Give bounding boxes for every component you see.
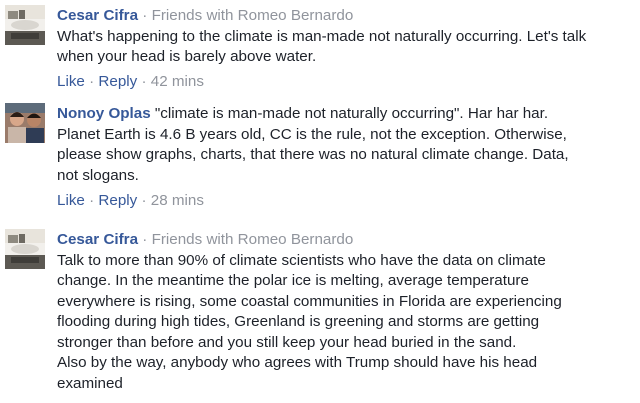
comment: Nonoy Oplas "climate is man-made not nat… xyxy=(0,98,640,218)
comment: Cesar Cifra · Friends with Romeo Bernard… xyxy=(0,224,640,403)
comment-header: Nonoy Oplas "climate is man-made not nat… xyxy=(57,104,634,125)
comment-text-line: please show graphs, charts, that there w… xyxy=(57,146,569,163)
separator-dot: · xyxy=(142,231,148,248)
avatar[interactable] xyxy=(5,103,45,143)
reply-link[interactable]: Reply xyxy=(98,192,137,209)
comment-text-line: not slogans. xyxy=(57,166,139,184)
comment-author-link[interactable]: Nonoy Oplas xyxy=(57,105,151,122)
avatar[interactable] xyxy=(5,229,45,269)
comment-text-line: flooding during high tides, Greenland is… xyxy=(57,313,540,330)
friendship-context: Friends with Romeo Bernardo xyxy=(151,7,354,24)
separator-dot: · xyxy=(89,192,95,209)
comment-text-line: change. In the meantime the polar ice is… xyxy=(57,272,529,289)
separator-dot: · xyxy=(141,192,147,209)
comment-timestamp[interactable]: 42 mins xyxy=(151,73,204,90)
comment-timestamp[interactable]: 28 mins xyxy=(151,192,204,209)
comment-text-line: everywhere is rising, some coastal commu… xyxy=(57,292,562,310)
comment-author-link[interactable]: Cesar Cifra xyxy=(57,7,138,24)
comment-text-line: when your head is barely above water. xyxy=(57,48,317,65)
comment-actions: Like · Reply · 28 mins xyxy=(57,191,634,211)
comment-text-line: Talk to more than 90% of climate scienti… xyxy=(57,251,546,269)
comment-text-line: What's happening to the climate is man-m… xyxy=(57,27,587,45)
avatar[interactable] xyxy=(5,5,45,45)
comment-text-line: Planet Earth is 4.6 B years old, CC is t… xyxy=(57,125,567,143)
separator-dot: · xyxy=(141,72,147,90)
friendship-context: Friends with Romeo Bernardo xyxy=(151,231,354,248)
comment-text-line: Also by the way, anybody who agrees with… xyxy=(57,354,538,371)
reply-link[interactable]: Reply xyxy=(98,73,137,90)
comment: Cesar Cifra · Friends with Romeo Bernard… xyxy=(0,0,640,100)
separator-dot: · xyxy=(142,7,148,24)
comment-header: Cesar Cifra · Friends with Romeo Bernard… xyxy=(57,6,634,27)
comment-text-line: examined xyxy=(57,374,123,392)
comment-actions: Like · Reply · 42 mins xyxy=(57,72,634,92)
comment-text-line: stronger than before and you still keep … xyxy=(57,333,517,351)
comment-author-link[interactable]: Cesar Cifra xyxy=(57,231,138,248)
separator-dot: · xyxy=(89,72,95,90)
comment-text-line: "climate is man-made not naturally occur… xyxy=(154,105,549,122)
like-link[interactable]: Like xyxy=(57,192,85,209)
like-link[interactable]: Like xyxy=(57,73,85,90)
comment-header: Cesar Cifra · Friends with Romeo Bernard… xyxy=(57,230,634,251)
